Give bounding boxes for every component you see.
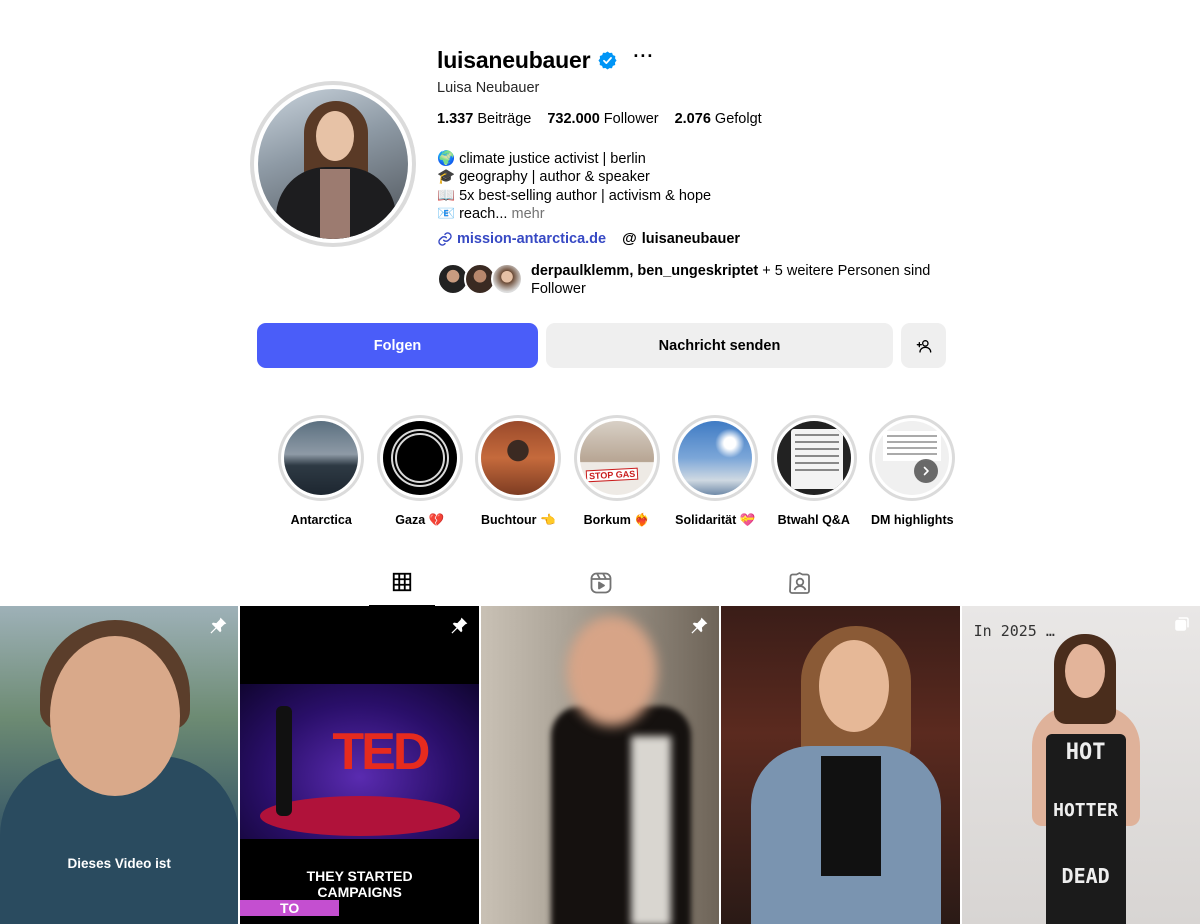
verified-badge-icon bbox=[598, 50, 617, 70]
highlights-next-button[interactable] bbox=[914, 459, 938, 483]
dress-text: HOT bbox=[1065, 740, 1106, 765]
highlight-gaza[interactable]: Gaza 💔 bbox=[371, 415, 470, 528]
username: luisaneubauer bbox=[437, 46, 591, 73]
bio-line: 🌍 climate justice activist | berlin bbox=[437, 151, 646, 167]
highlight-label: Gaza 💔 bbox=[395, 513, 445, 527]
highlight-label: Borkum ❤️‍🔥 bbox=[583, 513, 650, 527]
message-button[interactable]: Nachricht senden bbox=[546, 323, 893, 368]
post-tile[interactable]: Dieses Video ist bbox=[0, 606, 239, 924]
post-overlay-text: THEY STARTED CAMPAIGNS TO bbox=[240, 868, 478, 916]
tab-reels[interactable] bbox=[568, 566, 634, 606]
pin-icon bbox=[210, 617, 227, 634]
carousel-icon bbox=[1175, 617, 1189, 631]
post-tile[interactable]: In 2025 … HOT HOTTER DEAD bbox=[961, 606, 1200, 924]
follower-avatar bbox=[491, 263, 523, 295]
pin-icon bbox=[451, 617, 468, 634]
followed-by-text: derpaulklemm, ben_ungeskriptet + 5 weite… bbox=[531, 263, 931, 297]
post-tile[interactable] bbox=[721, 606, 960, 924]
tab-posts[interactable] bbox=[369, 566, 435, 606]
ted-logo: TED bbox=[332, 723, 430, 781]
external-link[interactable]: mission-antarctica.de bbox=[437, 231, 606, 247]
profile-stats: 1.337 Beiträge 732.000 Follower 2.076 Ge… bbox=[437, 111, 762, 127]
chevron-right-icon bbox=[923, 466, 929, 476]
following-stat[interactable]: 2.076 Gefolgt bbox=[675, 111, 762, 127]
reels-icon bbox=[590, 572, 612, 594]
follow-button[interactable]: Folgen bbox=[257, 323, 538, 368]
post-tile[interactable] bbox=[480, 606, 720, 924]
highlight-dm[interactable]: DM highlights bbox=[863, 415, 962, 528]
profile-links: mission-antarctica.de @ luisaneubauer bbox=[437, 230, 740, 247]
posts-stat: 1.337 Beiträge bbox=[437, 111, 532, 127]
profile-tabs bbox=[0, 566, 1200, 606]
add-user-icon bbox=[916, 339, 931, 353]
highlight-label: Buchtour 👈 bbox=[480, 513, 556, 527]
followers-stat[interactable]: 732.000 Follower bbox=[547, 111, 658, 127]
tagged-icon bbox=[789, 572, 810, 594]
highlight-btwahl[interactable]: Btwahl Q&A bbox=[765, 415, 864, 528]
followed-by[interactable]: derpaulklemm, ben_ungeskriptet + 5 weite… bbox=[437, 262, 951, 298]
stop-gas-sign: STOP GAS bbox=[585, 467, 639, 483]
post-overlay-text: In 2025 … bbox=[973, 622, 1055, 640]
highlight-solidaritaet[interactable]: Solidarität 💝 bbox=[666, 415, 765, 528]
more-options-icon[interactable]: ··· bbox=[633, 47, 654, 69]
bio-more-button[interactable]: mehr bbox=[511, 206, 544, 222]
posts-grid: Dieses Video ist TED THEY STARTED CAMPAI… bbox=[0, 606, 1200, 924]
story-highlights: Antarctica Gaza 💔 Buchtour 👈 STOP GAS Bo… bbox=[272, 415, 962, 528]
suggest-users-button[interactable] bbox=[901, 323, 946, 368]
dress-text: DEAD bbox=[1061, 864, 1110, 888]
highlight-label: Solidarität 💝 bbox=[675, 513, 756, 527]
threads-link[interactable]: @ luisaneubauer bbox=[622, 230, 740, 247]
pin-icon bbox=[691, 617, 708, 634]
bio-line: 🎓 geography | author & speaker bbox=[437, 169, 650, 186]
profile-info: luisaneubauer ··· Luisa Neubauer 1.337 B… bbox=[437, 44, 957, 297]
post-tile[interactable]: TED THEY STARTED CAMPAIGNS TO bbox=[240, 606, 479, 924]
highlight-label: Btwahl Q&A bbox=[777, 513, 850, 527]
highlight-buchtour[interactable]: Buchtour 👈 bbox=[469, 415, 568, 528]
bio-line: 📧 reach... mehr bbox=[437, 205, 545, 222]
full-name: Luisa Neubauer bbox=[437, 80, 540, 96]
tab-tagged[interactable] bbox=[767, 566, 833, 606]
highlight-label: DM highlights bbox=[870, 513, 954, 527]
grid-icon bbox=[392, 572, 412, 592]
highlight-borkum[interactable]: STOP GAS Borkum ❤️‍🔥 bbox=[568, 415, 667, 528]
bio: 🌍 climate justice activist | berlin 🎓 ge… bbox=[437, 150, 711, 223]
link-icon bbox=[438, 231, 452, 246]
threads-icon: @ bbox=[622, 230, 637, 247]
post-overlay-text: Dieses Video ist bbox=[67, 856, 171, 871]
highlight-label: Antarctica bbox=[290, 513, 352, 527]
profile-avatar[interactable] bbox=[250, 81, 416, 247]
bio-line: 📖 5x best-selling author | activism & ho… bbox=[437, 187, 712, 204]
highlight-antarctica[interactable]: Antarctica bbox=[272, 415, 371, 528]
dress-text: HOTTER bbox=[1053, 800, 1119, 821]
